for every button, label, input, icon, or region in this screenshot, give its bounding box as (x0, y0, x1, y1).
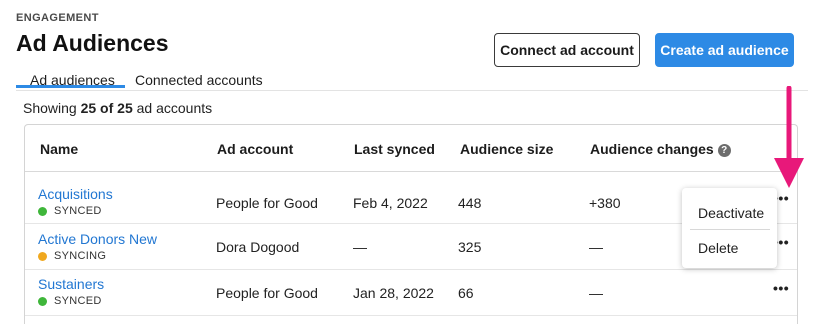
last-synced-cell: Feb 4, 2022 (353, 195, 428, 211)
audience-changes-cell: — (589, 239, 603, 255)
status-label: SYNCING (54, 250, 107, 262)
audience-changes-cell: +380 (589, 195, 621, 211)
ad-account-cell: Dora Dogood (216, 239, 300, 255)
status-label: SYNCED (54, 295, 102, 307)
audience-name-link[interactable]: Active Donors New (38, 231, 157, 247)
connect-ad-account-button[interactable]: Connect ad account (494, 33, 640, 67)
menu-separator (690, 229, 770, 230)
summary-prefix: Showing (23, 100, 77, 116)
column-header-ad-account: Ad account (217, 141, 294, 157)
create-ad-audience-button[interactable]: Create ad audience (655, 33, 794, 67)
ad-account-cell: People for Good (216, 285, 318, 301)
audience-size-cell: 448 (458, 195, 482, 211)
status-dot (38, 251, 47, 261)
status-dot (38, 206, 47, 216)
row-divider (25, 315, 797, 316)
section-eyebrow: ENGAGEMENT (16, 12, 99, 24)
menu-item-deactivate[interactable]: Deactivate (698, 205, 764, 221)
column-header-audience-changes: Audience changes? (590, 141, 731, 157)
header-divider (25, 171, 797, 172)
audience-name-link[interactable]: Acquisitions (38, 186, 113, 202)
summary-count: 25 of 25 (80, 100, 133, 116)
summary-suffix: ad accounts (136, 100, 213, 116)
table-row: Sustainers SYNCED People for Good Jan 28… (25, 270, 797, 316)
status-badge: SYNCED (38, 205, 102, 217)
column-header-name: Name (40, 141, 79, 157)
tab-active-indicator (16, 85, 125, 88)
audience-changes-cell: — (589, 285, 603, 301)
last-synced-cell: Jan 28, 2022 (353, 285, 434, 301)
tab-connected-accounts[interactable]: Connected accounts (135, 72, 263, 88)
status-badge: SYNCING (38, 250, 106, 262)
audience-name-link[interactable]: Sustainers (38, 276, 104, 292)
audience-size-cell: 66 (458, 285, 474, 301)
page-title: Ad Audiences (16, 30, 169, 56)
last-synced-cell: — (353, 239, 367, 255)
tab-bar: Ad audiences Connected accounts (16, 70, 808, 91)
ad-account-cell: People for Good (216, 195, 318, 211)
audience-changes-label: Audience changes (590, 141, 714, 157)
status-dot (38, 296, 47, 306)
status-label: SYNCED (54, 205, 102, 217)
audience-size-cell: 325 (458, 239, 482, 255)
row-menu-button[interactable]: ••• (773, 280, 789, 296)
arrow-down-icon (774, 86, 804, 188)
status-badge: SYNCED (38, 295, 102, 307)
question-circle-icon[interactable]: ? (717, 144, 731, 157)
row-actions-menu: Deactivate Delete (682, 188, 777, 268)
menu-item-delete[interactable]: Delete (698, 240, 738, 256)
column-header-audience-size: Audience size (460, 141, 554, 157)
column-header-last-synced: Last synced (354, 141, 435, 157)
results-summary: Showing 25 of 25 ad accounts (23, 100, 212, 116)
